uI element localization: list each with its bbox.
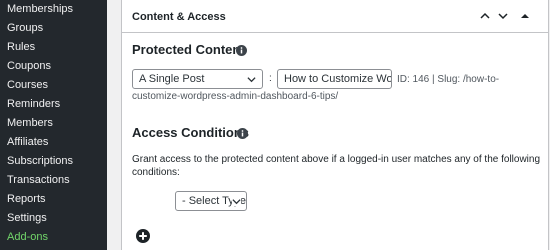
content-access-metabox: Content & Access Protected Content A Sin… <box>121 0 549 250</box>
sidebar-item-affiliates[interactable]: Affiliates <box>0 133 107 152</box>
caret-up-icon <box>521 14 529 18</box>
sidebar-item-subscriptions[interactable]: Subscriptions <box>0 152 107 171</box>
add-condition-button[interactable] <box>136 229 150 243</box>
sidebar-item-settings[interactable]: Settings <box>0 209 107 228</box>
sidebar-item-courses[interactable]: Courses <box>0 76 107 95</box>
sidebar-item-memberships[interactable]: Memberships <box>0 0 107 19</box>
rule-type-select[interactable]: - Select Type - <box>175 191 247 211</box>
sidebar-item-groups[interactable]: Groups <box>0 19 107 38</box>
metabox-header: Content & Access <box>122 0 548 33</box>
info-icon[interactable] <box>236 45 247 56</box>
admin-sidebar: Memberships Groups Rules Coupons Courses… <box>0 0 107 250</box>
metabox-title: Content & Access <box>132 11 226 23</box>
move-down-button[interactable] <box>495 8 511 24</box>
sidebar-item-reminders[interactable]: Reminders <box>0 95 107 114</box>
move-up-button[interactable] <box>477 8 493 24</box>
sidebar-item-reports[interactable]: Reports <box>0 190 107 209</box>
toggle-panel-button[interactable] <box>517 8 533 24</box>
protected-content-heading: Protected Content <box>132 42 245 57</box>
chevron-down-icon <box>498 13 508 20</box>
access-conditions-heading: Access Conditions <box>132 125 250 140</box>
chevron-up-icon <box>480 12 490 19</box>
sidebar-item-rules[interactable]: Rules <box>0 38 107 57</box>
sidebar-item-transactions[interactable]: Transactions <box>0 171 107 190</box>
chevron-down-icon <box>232 197 241 206</box>
sidebar-item-coupons[interactable]: Coupons <box>0 57 107 76</box>
info-icon[interactable] <box>237 128 248 139</box>
access-conditions-description: Grant access to the protected content ab… <box>132 154 541 178</box>
sidebar-item-members[interactable]: Members <box>0 114 107 133</box>
post-id-slug: ID: 146 | Slug: /how-to-customize-wordpr… <box>132 74 500 102</box>
sidebar-item-add-ons[interactable]: Add-ons <box>0 228 107 247</box>
